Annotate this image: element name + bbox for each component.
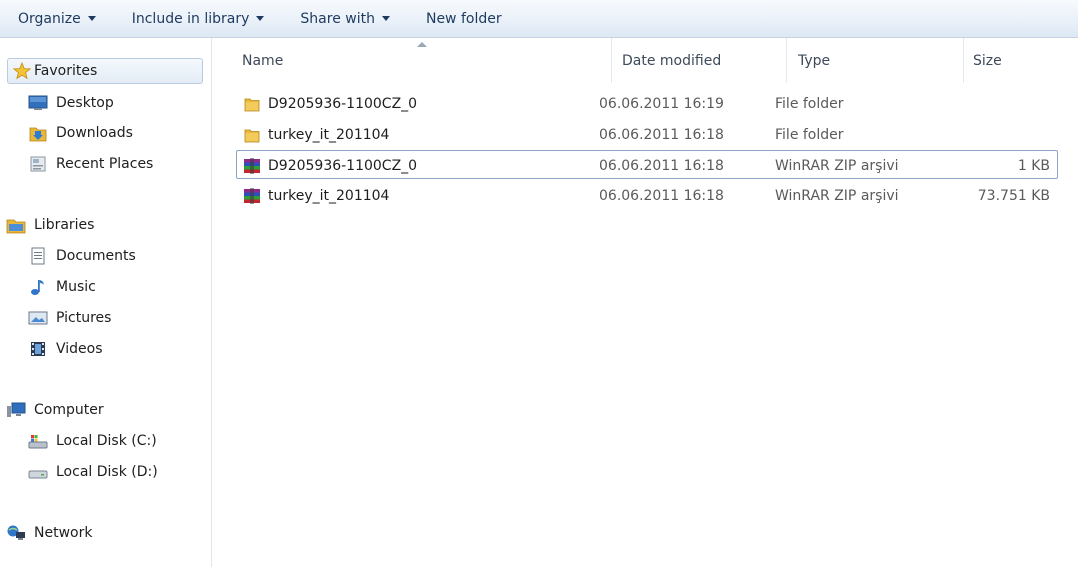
documents-icon [28, 247, 48, 265]
star-icon [12, 62, 32, 80]
file-size: 1 KB [1017, 157, 1050, 174]
column-header-type-label: Type [798, 52, 831, 69]
file-size: 73.751 KB [977, 187, 1050, 204]
file-type: WinRAR ZIP arşivi [775, 157, 899, 174]
downloads-icon [28, 124, 48, 142]
recent-places-icon [28, 155, 48, 173]
nav-downloads[interactable]: Downloads [29, 120, 133, 146]
nav-local-disk-c[interactable]: Local Disk (C:) [28, 428, 157, 454]
file-date: 06.06.2011 16:18 [599, 126, 724, 143]
column-separator[interactable] [786, 38, 787, 83]
file-row[interactable]: turkey_it_201104 06.06.2011 16:18 WinRAR… [236, 181, 1058, 210]
navigation-pane: Favorites Desktop Downloads Recent Place… [0, 38, 212, 567]
column-header-size[interactable]: Size [973, 38, 1002, 83]
nav-documents[interactable]: Documents [31, 243, 136, 269]
column-header-name[interactable]: Name [242, 38, 283, 83]
share-with-label: Share with [300, 10, 375, 27]
nav-videos-label: Videos [56, 341, 103, 357]
file-type: WinRAR ZIP arşivi [775, 187, 899, 204]
file-type: File folder [775, 95, 844, 112]
column-separator[interactable] [963, 38, 964, 83]
file-name-cell: D9205936-1100CZ_0 [242, 151, 417, 180]
nav-recent-places-label: Recent Places [56, 156, 154, 172]
nav-local-disk-d-label: Local Disk (D:) [56, 464, 158, 480]
nav-local-disk-d[interactable]: Local Disk (D:) [28, 459, 158, 485]
file-name: turkey_it_201104 [268, 187, 390, 204]
nav-libraries[interactable]: Libraries [6, 212, 95, 238]
chevron-down-icon [256, 16, 265, 21]
file-list-pane: Name Date modified Type Size D9205936-11… [213, 38, 1078, 567]
column-separator[interactable] [611, 38, 612, 83]
organize-button[interactable]: Organize [18, 11, 96, 27]
system-disk-icon [28, 432, 48, 450]
include-in-library-label: Include in library [131, 10, 250, 27]
nav-network[interactable]: Network [7, 520, 93, 546]
nav-music[interactable]: Music [31, 274, 96, 300]
computer-icon [6, 401, 26, 419]
column-header-date-label: Date modified [622, 52, 722, 69]
include-in-library-button[interactable]: Include in library [132, 11, 265, 27]
nav-documents-label: Documents [56, 248, 136, 264]
network-icon [6, 524, 26, 542]
file-name: turkey_it_201104 [268, 126, 390, 143]
desktop-icon [28, 94, 48, 112]
nav-desktop[interactable]: Desktop [28, 90, 114, 116]
nav-pictures-label: Pictures [56, 310, 112, 326]
file-name-cell: D9205936-1100CZ_0 [242, 89, 417, 118]
sort-ascending-icon [417, 42, 427, 47]
nav-computer-label: Computer [34, 402, 104, 418]
nav-network-label: Network [34, 525, 93, 541]
file-type: File folder [775, 126, 844, 143]
file-name-cell: turkey_it_201104 [242, 181, 389, 210]
chevron-down-icon [381, 16, 390, 21]
share-with-button[interactable]: Share with [300, 11, 390, 27]
folder-icon [242, 95, 262, 113]
file-row[interactable]: D9205936-1100CZ_0 06.06.2011 16:18 WinRA… [236, 150, 1058, 179]
chevron-down-icon [87, 16, 96, 21]
folder-icon [242, 126, 262, 144]
nav-videos[interactable]: Videos [31, 336, 103, 362]
column-header-row: Name Date modified Type Size [213, 38, 1078, 83]
file-name: D9205936-1100CZ_0 [268, 157, 418, 174]
nav-desktop-label: Desktop [56, 95, 114, 111]
nav-music-label: Music [56, 279, 96, 295]
nav-local-disk-c-label: Local Disk (C:) [56, 433, 157, 449]
file-row[interactable]: D9205936-1100CZ_0 06.06.2011 16:19 File … [236, 89, 1058, 118]
nav-computer[interactable]: Computer [7, 397, 104, 423]
nav-pictures[interactable]: Pictures [28, 305, 112, 331]
organize-label: Organize [18, 10, 81, 27]
file-date: 06.06.2011 16:18 [599, 157, 724, 174]
video-film-icon [28, 340, 48, 358]
nav-recent-places[interactable]: Recent Places [30, 151, 154, 177]
nav-favorites-label: Favorites [34, 63, 98, 79]
file-name: D9205936-1100CZ_0 [268, 95, 418, 112]
column-header-date-modified[interactable]: Date modified [622, 38, 721, 83]
column-header-type[interactable]: Type [798, 38, 830, 83]
column-header-name-label: Name [242, 52, 284, 69]
column-header-size-label: Size [973, 52, 1002, 69]
nav-downloads-label: Downloads [56, 125, 133, 141]
file-date: 06.06.2011 16:18 [599, 187, 724, 204]
file-row[interactable]: turkey_it_201104 06.06.2011 16:18 File f… [236, 120, 1058, 149]
libraries-icon [6, 216, 26, 234]
winrar-archive-icon [242, 187, 262, 205]
file-date: 06.06.2011 16:19 [599, 95, 724, 112]
disk-drive-icon [28, 463, 48, 481]
music-note-icon [28, 278, 48, 296]
nav-libraries-label: Libraries [34, 217, 95, 233]
nav-favorites[interactable]: Favorites [7, 58, 203, 84]
new-folder-label: New folder [425, 10, 502, 27]
pictures-icon [28, 309, 48, 327]
new-folder-button[interactable]: New folder [426, 11, 502, 27]
command-toolbar: Organize Include in library Share with N… [0, 0, 1078, 38]
winrar-archive-icon [242, 157, 262, 175]
file-name-cell: turkey_it_201104 [242, 120, 389, 149]
